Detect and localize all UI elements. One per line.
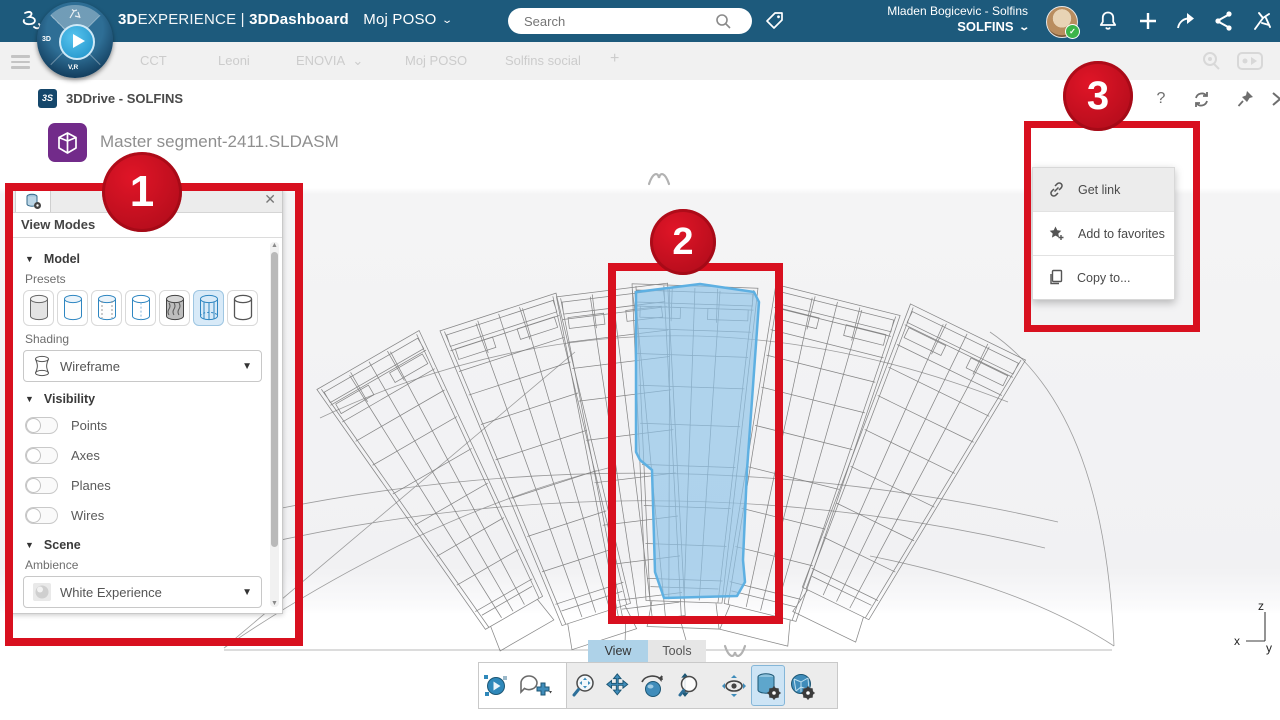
brand-3d: 3D <box>118 11 138 28</box>
status-online-badge: ✓ <box>1065 24 1080 39</box>
compass-play-hub[interactable] <box>59 24 95 60</box>
zoom-fit-button[interactable] <box>567 665 601 706</box>
axes-triad <box>1246 612 1265 641</box>
menu-hamburger-icon[interactable] <box>11 55 30 72</box>
tab-moj-poso[interactable]: Moj POSO <box>405 53 467 68</box>
toolbar-group-left <box>478 662 567 709</box>
share-network-icon[interactable] <box>1212 9 1236 33</box>
render-settings-button[interactable] <box>785 665 819 706</box>
search-input[interactable] <box>522 13 706 30</box>
annotation-badge-1: 1 <box>102 152 182 232</box>
compass-top-glyph <box>68 9 82 21</box>
tag-icon[interactable] <box>764 10 786 32</box>
tab-tools[interactable]: Tools <box>648 640 706 662</box>
3dexperience-app: 3DEXPERIENCE | 3DDashboard Moj POSO⌄ Mla… <box>0 0 1280 720</box>
toolbar-group-view-tools <box>567 662 838 709</box>
assembly-type-icon <box>48 123 87 162</box>
pin-icon[interactable] <box>1236 89 1255 108</box>
media-icon[interactable] <box>1236 50 1264 72</box>
user-org[interactable]: SOLFINS⌄ <box>887 19 1028 36</box>
view-modes-button-selected[interactable] <box>751 665 785 706</box>
search-tabs-icon[interactable] <box>1200 50 1222 72</box>
axis-x-label: x <box>1234 634 1240 648</box>
annotation-badge-2: 2 <box>650 209 716 275</box>
rotate-button[interactable] <box>635 665 669 706</box>
add-tab-button[interactable]: + <box>610 50 619 68</box>
vplusr-icon[interactable] <box>1250 9 1274 33</box>
pan-button[interactable] <box>601 665 635 706</box>
workspace-caret-icon[interactable]: ⌄ <box>441 15 453 26</box>
3ddrive-app-icon: 3S <box>38 89 57 108</box>
brand-pipe: | <box>241 11 245 28</box>
tab-cct[interactable]: CCT <box>140 53 167 68</box>
app-name: 3DDashboard <box>249 11 349 28</box>
compass-3d-label[interactable]: 3D <box>42 36 51 43</box>
global-search[interactable] <box>508 8 752 34</box>
annotation-badge-3: 3 <box>1063 61 1133 131</box>
tab-solfins-social[interactable]: Solfins social <box>505 53 581 68</box>
document-title: Master segment-2411.SLDASM <box>100 132 339 152</box>
3dcompass[interactable]: 3D V,R <box>37 2 113 78</box>
tab-view[interactable]: View <box>588 640 648 662</box>
play-experience-button[interactable] <box>479 665 513 706</box>
zoom-in-out-button[interactable] <box>669 665 703 706</box>
look-around-button[interactable] <box>717 665 751 706</box>
annotation-box-3 <box>1024 121 1200 332</box>
compass-vr-label[interactable]: V,R <box>68 64 78 71</box>
search-icon[interactable] <box>714 12 732 30</box>
tab-enovia[interactable]: ENOVIA ⌄ <box>296 53 363 69</box>
axis-y-label: y <box>1266 641 1272 655</box>
share-forward-icon[interactable] <box>1174 9 1198 33</box>
collapse-toolbar-chevron-icon[interactable] <box>722 643 748 659</box>
org-caret-icon[interactable]: ⌄ <box>1018 22 1030 35</box>
app-title: 3DEXPERIENCE | 3DDashboard Moj POSO ⌄ <box>118 11 451 28</box>
drive-title: 3DDrive - SOLFINS <box>66 91 183 106</box>
axis-z-label: z <box>1258 599 1264 613</box>
add-comment-button[interactable] <box>513 665 557 706</box>
notifications-bell-icon[interactable] <box>1096 9 1120 33</box>
add-content-icon[interactable] <box>1136 9 1160 33</box>
avatar[interactable]: ✓ <box>1046 6 1078 38</box>
user-name: Mladen Bogicevic - Solfins <box>887 4 1028 19</box>
annotation-box-2 <box>608 263 783 624</box>
user-block[interactable]: Mladen Bogicevic - Solfins SOLFINS⌄ <box>887 4 1028 36</box>
help-button[interactable]: ? <box>1148 86 1174 112</box>
brand-experience: EXPERIENCE <box>138 11 237 28</box>
annotation-box-1 <box>5 183 303 646</box>
refresh-icon[interactable] <box>1192 90 1211 109</box>
panel-chevron-right-icon[interactable] <box>1270 91 1280 107</box>
workspace-name[interactable]: Moj POSO <box>363 11 436 28</box>
top-bar: 3DEXPERIENCE | 3DDashboard Moj POSO⌄ Mla… <box>0 0 1280 42</box>
collapse-panel-chevron-icon[interactable] <box>646 172 672 187</box>
tab-leoni[interactable]: Leoni <box>218 53 250 68</box>
play-icon <box>73 34 85 48</box>
